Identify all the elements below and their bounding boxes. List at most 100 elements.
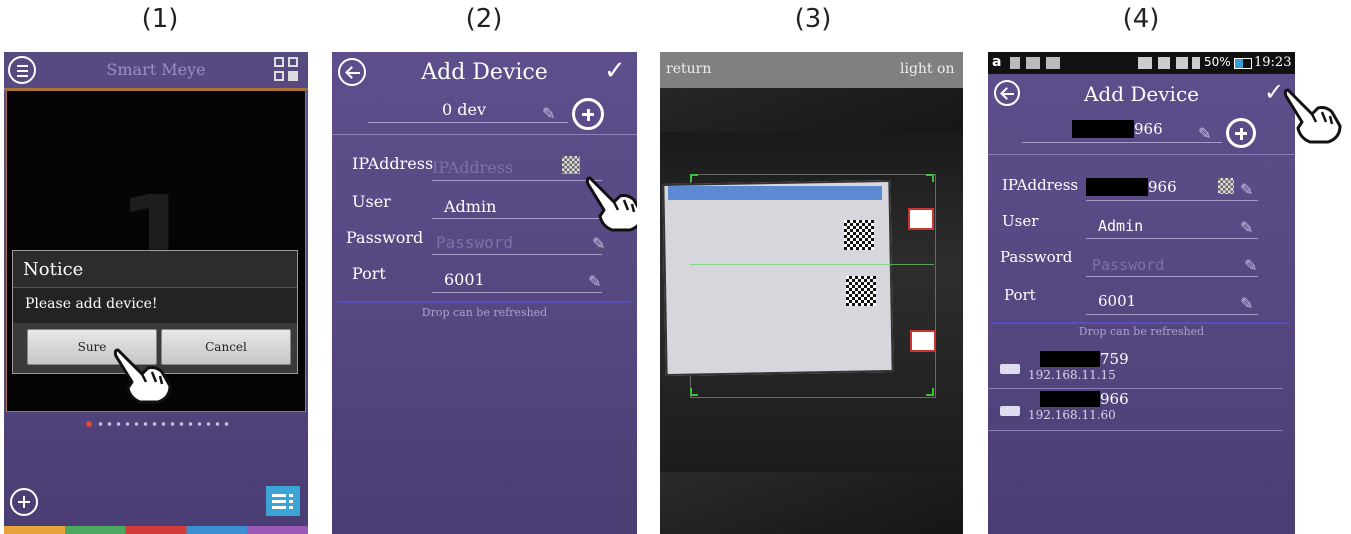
form-divider	[992, 322, 1290, 324]
password-input[interactable]: Password	[1092, 256, 1164, 274]
add-circle-icon[interactable]	[1226, 118, 1256, 148]
add-circle-icon[interactable]	[572, 98, 604, 130]
redacted-name-block	[1072, 120, 1134, 138]
user-input[interactable]: Admin	[1098, 217, 1143, 235]
light-on-button[interactable]: light on	[900, 61, 954, 77]
scan-corner-bl	[690, 388, 698, 396]
device-ip: 192.168.11.15	[1028, 368, 1116, 382]
port-pencil-icon[interactable]: ✎	[588, 272, 601, 291]
scan-corner-tr	[926, 174, 934, 182]
qr-scan-icon[interactable]	[562, 156, 580, 174]
confirm-check-icon[interactable]: ✓	[604, 56, 626, 86]
ip-label: IPAddress	[1002, 176, 1079, 194]
grid-view-icon[interactable]	[274, 57, 300, 83]
port-input[interactable]: 6001	[1098, 292, 1136, 310]
device-name-underline	[368, 122, 568, 123]
password-pencil-icon[interactable]: ✎	[1244, 256, 1257, 275]
step-label-3: (3)	[794, 4, 832, 34]
port-pencil-icon[interactable]: ✎	[1240, 294, 1253, 313]
password-input[interactable]: Password	[436, 233, 513, 252]
ip-input[interactable]: IPAddress	[432, 158, 513, 177]
notification-icons	[1010, 57, 1060, 69]
scan-corner-tl	[690, 174, 698, 182]
panel-smart-meye: Smart Meye 1 Notice Please add device! S…	[4, 52, 308, 534]
user-input[interactable]: Admin	[444, 197, 496, 216]
pointing-hand-icon	[585, 176, 637, 232]
scan-corner-br	[926, 388, 934, 396]
qr-scan-icon[interactable]	[1218, 178, 1234, 194]
page-title: Add Device	[421, 60, 548, 85]
ip-underline	[1086, 200, 1258, 201]
page-dots-inactive	[96, 422, 230, 426]
port-input[interactable]: 6001	[444, 270, 485, 289]
pointing-hand-icon	[113, 348, 172, 404]
page-title: Add Device	[1083, 82, 1199, 106]
battery-percent: 50%	[1204, 55, 1231, 69]
panel-add-device-empty: Add Device ✓ 0 dev ✎ IPAddress IPAddress…	[332, 52, 637, 534]
step-label-4: (4)	[1122, 4, 1160, 34]
header-divider	[988, 154, 1295, 155]
color-strip	[4, 526, 308, 534]
refresh-hint: Drop can be refreshed	[421, 306, 548, 319]
user-label: User	[1002, 212, 1039, 230]
return-button[interactable]: return	[666, 61, 711, 77]
device-name-underline	[1022, 142, 1222, 143]
device-name: 759	[1100, 350, 1129, 368]
port-label: Port	[352, 264, 386, 283]
device-name-field[interactable]: 966	[1134, 120, 1163, 138]
redacted-device-block	[1040, 351, 1100, 367]
password-label: Password	[1000, 248, 1073, 266]
notice-message: Please add device!	[25, 296, 158, 312]
ip-label: IPAddress	[352, 154, 434, 173]
clock: 19:23	[1254, 55, 1292, 70]
device-list-item[interactable]: 759 192.168.11.15	[988, 348, 1283, 389]
cancel-button[interactable]: Cancel	[161, 329, 291, 365]
battery-icon	[1234, 58, 1252, 69]
step-label-2: (2)	[465, 4, 503, 34]
page-dot-active	[86, 421, 92, 427]
signal-icons	[1138, 57, 1200, 69]
edit-pencil-icon[interactable]: ✎	[1198, 124, 1211, 143]
scanned-qr-1	[844, 220, 874, 250]
page-indicator	[86, 421, 236, 427]
ip-input[interactable]: 966	[1148, 178, 1177, 196]
sure-label: Sure	[77, 340, 107, 354]
cancel-label: Cancel	[205, 340, 247, 354]
port-label: Port	[1004, 286, 1036, 304]
list-view-icon[interactable]	[266, 486, 300, 516]
user-pencil-icon[interactable]: ✎	[1240, 218, 1253, 237]
ip-underline	[432, 180, 602, 181]
user-underline	[432, 218, 602, 219]
panel-qr-scanner: return light on	[660, 52, 963, 534]
panel-add-device-filled: a 50% 19:23 Add Device ✓ 966 ✎ IPAddress…	[988, 52, 1295, 534]
port-underline	[1086, 314, 1258, 315]
scan-line	[690, 264, 934, 265]
password-label: Password	[346, 228, 424, 247]
wifi-device-icon	[1000, 406, 1020, 416]
notice-title: Notice	[23, 259, 84, 280]
device-name: 966	[1100, 390, 1129, 408]
device-list-item[interactable]: 966 192.168.11.60	[988, 390, 1283, 431]
user-underline	[1086, 238, 1258, 239]
header-divider	[332, 134, 637, 135]
side-icon-bottom	[910, 330, 936, 352]
refresh-hint: Drop can be refreshed	[1078, 325, 1205, 338]
device-name-field[interactable]: 0 dev	[442, 100, 486, 119]
user-label: User	[352, 192, 391, 211]
app-title: Smart Meye	[106, 60, 206, 79]
side-icon-top	[908, 208, 934, 230]
edit-pencil-icon[interactable]: ✎	[542, 104, 555, 123]
password-pencil-icon[interactable]: ✎	[592, 234, 605, 253]
pointing-hand-icon	[1283, 88, 1342, 144]
wifi-device-icon	[1000, 364, 1020, 374]
device-ip: 192.168.11.60	[1028, 408, 1116, 422]
scanned-qr-2	[846, 276, 876, 306]
step-label-1: (1)	[141, 4, 179, 34]
form-divider	[338, 301, 630, 303]
amazon-icon: a	[992, 54, 1002, 70]
port-underline	[432, 292, 602, 293]
redacted-ip-block	[1086, 178, 1148, 196]
ip-pencil-icon[interactable]: ✎	[1240, 180, 1253, 199]
add-device-icon[interactable]	[10, 488, 38, 516]
password-underline	[1086, 276, 1258, 277]
